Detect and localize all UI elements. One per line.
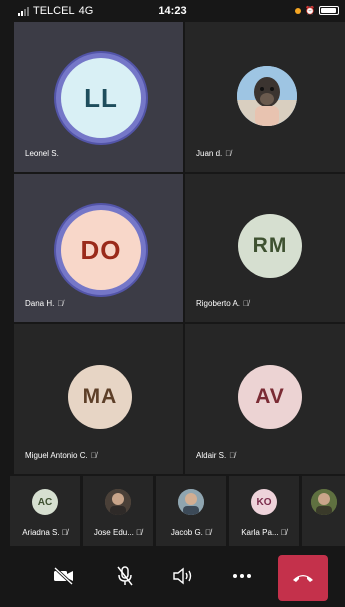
hang-up-icon bbox=[293, 575, 313, 582]
mic-off-icon: 🎙̸ bbox=[229, 451, 236, 460]
mic-off-icon: 🎙̸ bbox=[136, 528, 143, 537]
mic-off-icon: 🎙̸ bbox=[280, 528, 287, 537]
person-photo-icon bbox=[311, 489, 337, 515]
strip-tile-karla[interactable]: KO Karla Pa... 🎙̸ bbox=[229, 476, 299, 546]
dog-photo-icon bbox=[237, 66, 297, 126]
participant-name: Dana H. bbox=[25, 299, 55, 308]
mic-off-icon: 🎙̸ bbox=[61, 528, 68, 537]
participant-tile-aldair[interactable]: AV Aldair S. 🎙̸ bbox=[185, 324, 345, 474]
avatar: AV bbox=[238, 365, 302, 429]
strip-tile-jacob[interactable]: Jacob G. 🎙̸ bbox=[156, 476, 226, 546]
recording-indicator-icon bbox=[295, 7, 302, 14]
participant-name: Juan d. bbox=[196, 149, 223, 158]
more-options-button[interactable] bbox=[222, 556, 262, 596]
participant-name: Miguel Antonio C. bbox=[25, 451, 88, 460]
person-photo-icon bbox=[178, 489, 204, 515]
avatar: LL bbox=[61, 58, 141, 138]
avatar: DO bbox=[61, 210, 141, 290]
avatar: RM bbox=[238, 214, 302, 278]
mic-off-icon: 🎙̸ bbox=[243, 299, 250, 308]
more-icon bbox=[233, 574, 251, 578]
mic-off-icon bbox=[117, 566, 133, 586]
mic-off-icon: 🎙̸ bbox=[57, 299, 64, 308]
camera-off-button[interactable] bbox=[44, 556, 84, 596]
speaker-icon bbox=[173, 567, 192, 585]
avatar: AC bbox=[32, 489, 58, 515]
participant-name: Leonel S. bbox=[25, 149, 59, 158]
mic-off-icon: 🎙̸ bbox=[225, 149, 232, 158]
avatar: KO bbox=[251, 489, 277, 515]
strip-tile-ariadna[interactable]: AC Ariadna S. 🎙̸ bbox=[10, 476, 80, 546]
participant-tile-miguel[interactable]: MA Miguel Antonio C. 🎙̸ bbox=[14, 324, 183, 474]
participant-tile-rigoberto[interactable]: RM Rigoberto A. 🎙̸ bbox=[185, 174, 345, 322]
avatar bbox=[105, 489, 131, 515]
avatar: MA bbox=[68, 365, 132, 429]
status-bar: TELCEL 4G 14:23 ⏰ bbox=[0, 0, 345, 22]
alarm-icon: ⏰ bbox=[305, 6, 315, 15]
avatar bbox=[237, 66, 297, 126]
speaker-button[interactable] bbox=[163, 556, 203, 596]
avatar bbox=[311, 489, 337, 515]
participant-name: Jacob G. bbox=[170, 528, 203, 537]
mute-button[interactable] bbox=[105, 556, 145, 596]
person-photo-icon bbox=[105, 489, 131, 515]
camera-off-icon bbox=[53, 567, 74, 585]
participant-name: Rigoberto A. bbox=[196, 299, 241, 308]
strip-tile-jose[interactable]: Jose Edu... 🎙̸ bbox=[83, 476, 153, 546]
avatar bbox=[178, 489, 204, 515]
participant-tile-juan[interactable]: Juan d. 🎙̸ bbox=[185, 22, 345, 172]
clock: 14:23 bbox=[158, 5, 187, 17]
strip-tile-more[interactable] bbox=[302, 476, 345, 546]
mic-off-icon: 🎙̸ bbox=[90, 451, 97, 460]
participant-name: Karla Pa... bbox=[241, 528, 279, 537]
participant-name: Ariadna S. bbox=[22, 528, 60, 537]
participant-name: Jose Edu... bbox=[93, 528, 134, 537]
mic-off-icon: 🎙̸ bbox=[205, 528, 212, 537]
participant-tile-dana[interactable]: DO Dana H. 🎙̸ bbox=[14, 174, 183, 322]
hang-up-button[interactable] bbox=[278, 555, 328, 601]
participant-name: Aldair S. bbox=[196, 451, 227, 460]
call-controls bbox=[0, 548, 345, 607]
participant-tile-leonel[interactable]: LL Leonel S. bbox=[14, 22, 183, 172]
battery-icon bbox=[319, 6, 339, 15]
